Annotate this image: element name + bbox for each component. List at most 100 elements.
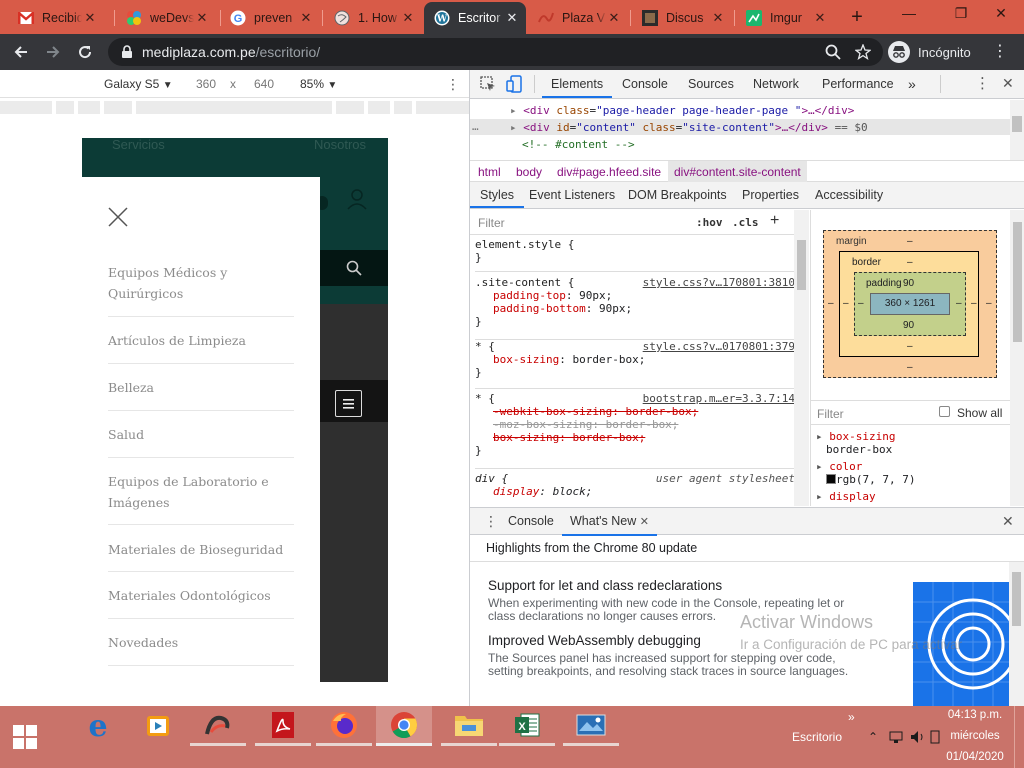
more-tabs-button[interactable]: »	[908, 70, 916, 98]
dom-scrollbar[interactable]	[1010, 100, 1024, 160]
tab-close-icon[interactable]: ✕	[298, 10, 314, 26]
minimize-button[interactable]: —	[886, 0, 932, 26]
user-icon[interactable]	[346, 188, 368, 210]
new-rule-icon[interactable]: +	[770, 212, 779, 230]
menu-item-belleza[interactable]: Belleza	[108, 377, 294, 411]
menu-item-salud[interactable]: Salud	[108, 424, 294, 458]
styles-filter-input[interactable]: Filter	[478, 216, 505, 230]
computed-color[interactable]: ▸ color	[816, 460, 1006, 473]
taskbar-edge[interactable]: e	[70, 706, 126, 746]
dom-node-content[interactable]: ▸ <div id="content" class="site-content"…	[510, 121, 868, 134]
close-drawer-icon[interactable]: ✕	[1002, 513, 1014, 530]
device-width-input[interactable]: 360	[196, 77, 216, 91]
start-button[interactable]	[0, 706, 50, 768]
drawer-tab-console[interactable]: Console	[508, 514, 554, 528]
close-icon[interactable]	[107, 206, 129, 228]
top-link-nosotros[interactable]: Nosotros	[314, 138, 366, 152]
breadcrumb-body[interactable]: body	[516, 165, 542, 179]
device-height-input[interactable]: 640	[254, 77, 274, 91]
incognito-indicator[interactable]: Incógnito	[888, 38, 982, 66]
show-all-checkbox[interactable]	[939, 406, 950, 417]
dom-node-page-header[interactable]: ▸ <div class="page-header page-header-pa…	[510, 104, 854, 117]
device-toggle-icon[interactable]	[506, 75, 522, 93]
hamburger-menu-button[interactable]	[335, 390, 362, 417]
taskbar-excel[interactable]: X	[499, 706, 555, 746]
reload-button[interactable]	[72, 40, 98, 64]
rule-site-content[interactable]: .site-content { style.css?v…170801:3810 …	[475, 276, 795, 340]
menu-item-odontologicos[interactable]: Materiales Odontológicos	[108, 585, 294, 619]
rule-bootstrap[interactable]: * { bootstrap.m…er=3.3.7:14 -webkit-box-…	[475, 392, 795, 469]
notification-bar-icon[interactable]	[930, 730, 940, 744]
breadcrumb-content[interactable]: div#content.site-content	[668, 161, 807, 182]
breadcrumb-page[interactable]: div#page.hfeed.site	[557, 165, 661, 179]
new-tab-button[interactable]: +	[846, 6, 868, 28]
close-window-button[interactable]: ✕	[978, 0, 1024, 26]
tab-network[interactable]: Network	[753, 70, 799, 98]
rule-source-link[interactable]: style.css?v…170801:3810	[643, 276, 795, 289]
tab-accessibility[interactable]: Accessibility	[815, 182, 883, 208]
computed-filter-input[interactable]: Filter	[817, 407, 844, 421]
tab-close-icon[interactable]: ✕	[812, 10, 828, 26]
bookmark-star-icon[interactable]	[855, 44, 871, 60]
clock-time[interactable]: 04:13 p.m.	[946, 709, 1004, 721]
tab-event-listeners[interactable]: Event Listeners	[529, 182, 615, 208]
show-desktop-button[interactable]	[1014, 706, 1024, 768]
clock-date[interactable]: 01/04/2020	[942, 751, 1008, 763]
drawer-tab-whats-new[interactable]: What's New ✕	[562, 508, 657, 536]
device-select[interactable]: Galaxy S5 ▼	[104, 77, 173, 91]
tab-plaza[interactable]: Plaza V ✕	[528, 4, 628, 32]
color-swatch[interactable]	[826, 474, 836, 484]
computed-scrollbar[interactable]	[1010, 210, 1024, 506]
top-link-servicios[interactable]: Servicios	[112, 138, 165, 152]
breadcrumb-html[interactable]: html	[478, 165, 501, 179]
tab-discuss[interactable]: Discus ✕	[632, 4, 732, 32]
volume-icon[interactable]	[910, 730, 926, 744]
tab-close-icon[interactable]: ✕	[400, 10, 416, 26]
tab-close-icon[interactable]: ✕	[82, 10, 98, 26]
tab-styles[interactable]: Styles	[470, 182, 525, 208]
tab-close-icon[interactable]: ✕	[504, 10, 520, 26]
tab-dom-breakpoints[interactable]: DOM Breakpoints	[628, 182, 727, 208]
tab-close-icon[interactable]: ✕	[710, 10, 726, 26]
styles-scrollbar[interactable]	[794, 210, 809, 506]
rule-user-agent-div[interactable]: div { user agent stylesheet display: blo…	[475, 472, 795, 498]
taskbar-media-player[interactable]	[130, 706, 186, 746]
tab-console[interactable]: Console	[622, 70, 668, 98]
tray-show-hidden-icon[interactable]: ⌃	[868, 730, 878, 744]
computed-box-sizing[interactable]: ▸ box-sizing	[816, 430, 1006, 443]
tab-imgur[interactable]: Imgur ✕	[736, 4, 834, 32]
clock-day[interactable]: miércoles	[946, 730, 1004, 742]
network-icon[interactable]	[888, 730, 904, 744]
taskbar-file-explorer[interactable]	[441, 706, 497, 746]
address-bar[interactable]: mediplaza.com.pe/escritorio/	[108, 38, 883, 66]
menu-item-limpieza[interactable]: Artículos de Limpieza	[108, 330, 294, 364]
tab-escritorio[interactable]: W Escritor ✕	[424, 2, 526, 34]
desktop-toolbar-label[interactable]: Escritorio	[792, 730, 842, 744]
zoom-select[interactable]: 85% ▼	[300, 77, 337, 91]
menu-item-equipos-medicos[interactable]: Equipos Médicos y Quirúrgicos	[108, 262, 294, 317]
rule-star-box-sizing[interactable]: * { style.css?v…0170801:379 box-sizing: …	[475, 340, 795, 389]
search-submit-button[interactable]	[320, 250, 388, 286]
device-more-icon[interactable]: ⋮	[446, 76, 460, 93]
box-model-content[interactable]: 360 × 1261	[870, 293, 950, 315]
taskbar-photos[interactable]	[563, 706, 619, 746]
taskbar-scrcpy[interactable]	[190, 706, 246, 746]
browser-menu-icon[interactable]: ⋮	[990, 43, 1010, 61]
devtools-menu-icon[interactable]: ⋮	[975, 74, 990, 92]
taskbar-acrobat[interactable]	[255, 706, 311, 746]
taskbar-chrome[interactable]	[376, 706, 432, 746]
drawer-menu-icon[interactable]: ⋮	[484, 513, 498, 530]
tab-close-icon[interactable]: ✕	[606, 10, 622, 26]
tab-wedevs[interactable]: weDevs ✕	[116, 4, 216, 32]
rule-source-link[interactable]: bootstrap.m…er=3.3.7:14	[643, 392, 795, 405]
hov-toggle[interactable]: :hov	[696, 216, 723, 229]
tab-gmail[interactable]: Recibid ✕	[8, 4, 104, 32]
cls-toggle[interactable]: .cls	[732, 216, 759, 229]
taskbar-overflow[interactable]: »	[848, 710, 855, 724]
box-model-margin[interactable]: margin – – – – border – – – – padding 90…	[823, 230, 997, 378]
search-icon[interactable]	[825, 44, 841, 60]
forward-button[interactable]	[40, 40, 66, 64]
box-model-border[interactable]: border – – – – padding 90 90 – – 360 × 1…	[839, 251, 979, 357]
close-devtools-icon[interactable]: ✕	[1002, 75, 1014, 92]
back-button[interactable]	[8, 40, 34, 64]
